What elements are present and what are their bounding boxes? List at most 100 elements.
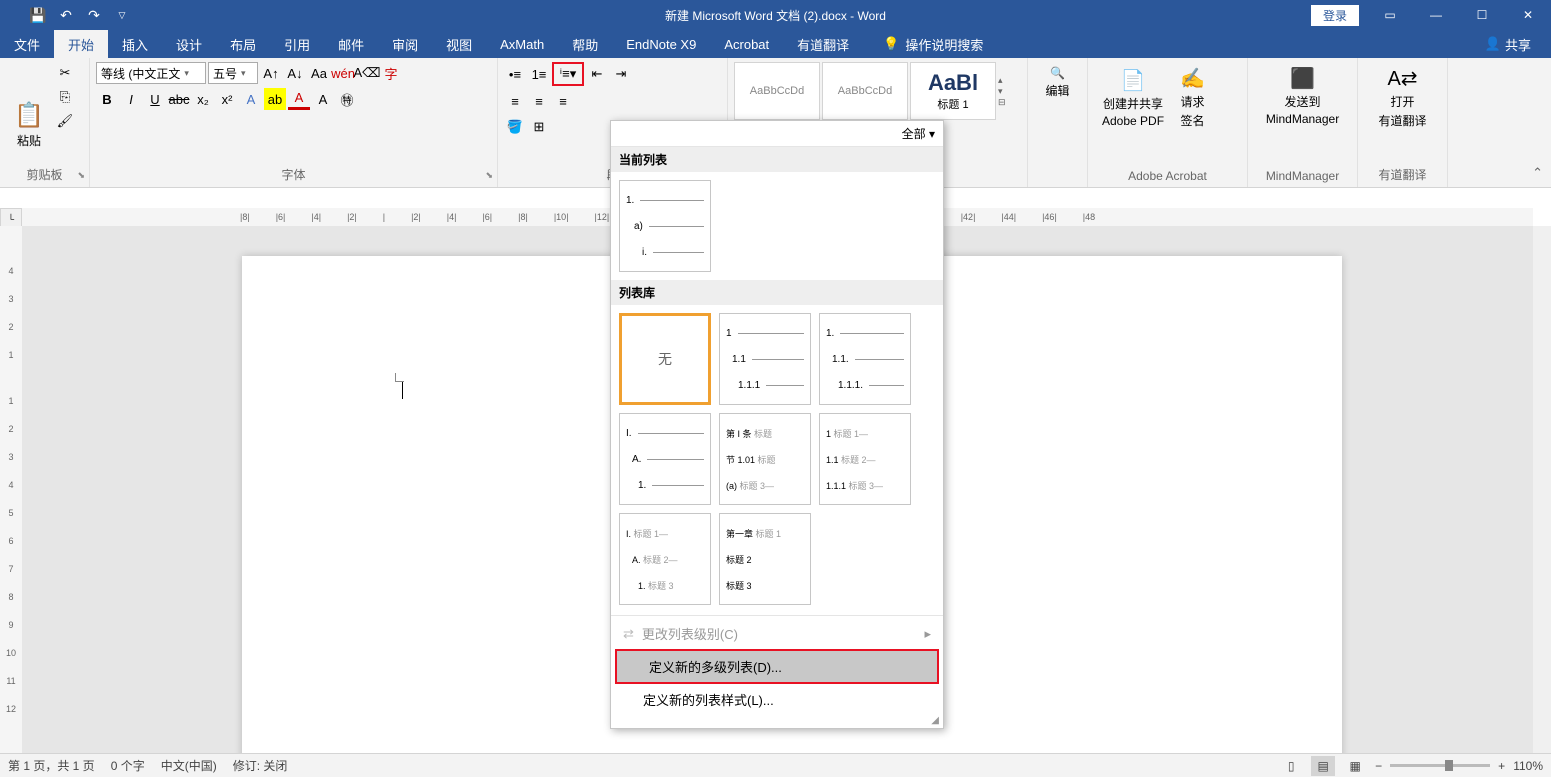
borders-icon[interactable]: ⊞ — [528, 116, 550, 138]
ribbon-display-icon[interactable]: ▭ — [1367, 0, 1413, 30]
close-icon[interactable]: ✕ — [1505, 0, 1551, 30]
filter-all[interactable]: 全部 ▾ — [902, 125, 935, 142]
multilevel-list-button[interactable]: ⁱ≡▾ — [552, 62, 584, 86]
zoom-slider[interactable] — [1390, 764, 1490, 767]
bold-icon[interactable]: B — [96, 88, 118, 110]
save-icon[interactable]: 💾 — [30, 7, 46, 23]
style-no-spacing[interactable]: AaBbCcDd — [822, 62, 908, 120]
subscript-icon[interactable]: x₂ — [192, 88, 214, 110]
share-button[interactable]: 👤 共享 — [1485, 35, 1531, 54]
tab-youdao[interactable]: 有道翻译 — [783, 30, 863, 58]
tab-home[interactable]: 开始 — [54, 30, 108, 58]
character-shading-icon[interactable]: A — [312, 88, 334, 110]
enclose-char-icon[interactable]: ㊕ — [336, 88, 358, 110]
tab-axmath[interactable]: AxMath — [486, 30, 558, 58]
collapse-ribbon-icon[interactable]: ⌃ — [1532, 165, 1543, 181]
align-center-icon[interactable]: ≡ — [528, 90, 550, 112]
increase-indent-icon[interactable]: ⇥ — [610, 63, 632, 85]
format-painter-icon[interactable]: 🖌 — [54, 110, 76, 132]
tab-file[interactable]: 文件 — [0, 30, 54, 58]
define-new-multilevel-list[interactable]: 定义新的多级列表(D)... — [615, 649, 939, 684]
track-changes-status[interactable]: 修订: 关闭 — [233, 757, 288, 774]
tab-layout[interactable]: 布局 — [216, 30, 270, 58]
copy-icon[interactable]: ⎘ — [54, 86, 76, 108]
current-list-preview[interactable]: 1. a) i. — [619, 180, 711, 272]
shading-icon[interactable]: 🪣 — [504, 116, 526, 138]
login-button[interactable]: 登录 — [1311, 5, 1359, 26]
shrink-font-icon[interactable]: A↓ — [284, 62, 306, 84]
change-case-icon[interactable]: Aa — [308, 62, 330, 84]
page-count[interactable]: 第 1 页，共 1 页 — [8, 757, 95, 774]
request-l2: 签名 — [1180, 112, 1204, 129]
italic-icon[interactable]: I — [120, 88, 142, 110]
mindmanager-label: MindManager — [1248, 169, 1357, 183]
font-name-combo[interactable]: 等线 (中文正文 — [96, 62, 206, 84]
create-pdf-button[interactable]: 📄 创建并共享 Adobe PDF — [1094, 62, 1172, 133]
tab-help[interactable]: 帮助 — [558, 30, 612, 58]
resize-grip-icon[interactable]: ◢ — [611, 715, 943, 728]
zoom-in-icon[interactable]: + — [1498, 759, 1505, 773]
zoom-out-icon[interactable]: − — [1375, 759, 1382, 773]
tell-me-search[interactable]: 💡 操作说明搜索 — [883, 35, 983, 54]
clear-format-icon[interactable]: A⌫ — [356, 62, 378, 84]
font-expand-icon[interactable]: ⬊ — [485, 170, 493, 181]
vertical-ruler[interactable]: 4321123456789101112 — [0, 226, 22, 753]
qat-customize-icon[interactable]: ▽ — [114, 7, 130, 23]
editing-button[interactable]: 🔍 编辑 — [1034, 62, 1081, 103]
decrease-indent-icon[interactable]: ⇤ — [586, 63, 608, 85]
zoom-level[interactable]: 110% — [1513, 759, 1543, 773]
styles-more-icon[interactable]: ⊟ — [998, 97, 1006, 108]
send-mindmanager-button[interactable]: ⬛ 发送到 MindManager — [1254, 62, 1351, 130]
minimize-icon[interactable]: — — [1413, 0, 1459, 30]
phonetic-guide-icon[interactable]: wén — [332, 62, 354, 84]
list-style-5[interactable]: 1 标题 1— 1.1 标题 2— 1.1.1 标题 3— — [819, 413, 911, 505]
list-style-4[interactable]: 第 I 条 标题 节 1.01 标题 (a) 标题 3— — [719, 413, 811, 505]
font-size-combo[interactable]: 五号 — [208, 62, 258, 84]
web-layout-icon[interactable]: ▦ — [1343, 756, 1367, 776]
strikethrough-icon[interactable]: abc — [168, 88, 190, 110]
define-new-list-style[interactable]: 定义新的列表样式(L)... — [611, 684, 943, 715]
tab-design[interactable]: 设计 — [162, 30, 216, 58]
maximize-icon[interactable]: ☐ — [1459, 0, 1505, 30]
tab-review[interactable]: 审阅 — [378, 30, 432, 58]
tab-mailings[interactable]: 邮件 — [324, 30, 378, 58]
highlight-icon[interactable]: ab — [264, 88, 286, 110]
request-sign-button[interactable]: ✍ 请求 签名 — [1172, 62, 1213, 133]
superscript-icon[interactable]: x² — [216, 88, 238, 110]
print-layout-icon[interactable]: ▤ — [1311, 756, 1335, 776]
vertical-scrollbar[interactable] — [1533, 226, 1551, 753]
tab-insert[interactable]: 插入 — [108, 30, 162, 58]
align-left-icon[interactable]: ≡ — [504, 90, 526, 112]
list-style-3[interactable]: I. A. 1. — [619, 413, 711, 505]
tab-references[interactable]: 引用 — [270, 30, 324, 58]
align-right-icon[interactable]: ≡ — [552, 90, 574, 112]
tab-endnote[interactable]: EndNote X9 — [612, 30, 710, 58]
list-style-6[interactable]: I. 标题 1— A. 标题 2— 1. 标题 3 — [619, 513, 711, 605]
style-heading1[interactable]: AaBl 标题 1 — [910, 62, 996, 120]
underline-icon[interactable]: U — [144, 88, 166, 110]
language-status[interactable]: 中文(中国) — [161, 757, 217, 774]
word-count[interactable]: 0 个字 — [111, 757, 145, 774]
list-style-2[interactable]: 1. 1.1. 1.1.1. — [819, 313, 911, 405]
list-style-7[interactable]: 第一章 标题 1 标题 2 标题 3 — [719, 513, 811, 605]
redo-icon[interactable]: ↷ — [86, 7, 102, 23]
text-effects-icon[interactable]: A — [240, 88, 262, 110]
cut-icon[interactable]: ✂ — [54, 62, 76, 84]
bullets-icon[interactable]: •≡ — [504, 63, 526, 85]
styles-scroll-down-icon[interactable]: ▾ — [998, 86, 1006, 97]
tab-view[interactable]: 视图 — [432, 30, 486, 58]
clipboard-expand-icon[interactable]: ⬊ — [77, 170, 85, 181]
style-normal[interactable]: AaBbCcDd — [734, 62, 820, 120]
numbering-icon[interactable]: 1≡ — [528, 63, 550, 85]
list-style-1[interactable]: 1 1.1 1.1.1 — [719, 313, 811, 405]
grow-font-icon[interactable]: A↑ — [260, 62, 282, 84]
character-border-icon[interactable]: 字 — [380, 62, 402, 84]
list-none[interactable]: 无 — [619, 313, 711, 405]
font-color-icon[interactable]: A — [288, 88, 310, 110]
styles-scroll-up-icon[interactable]: ▴ — [998, 75, 1006, 86]
tab-acrobat[interactable]: Acrobat — [710, 30, 783, 58]
youdao-l2: 有道翻译 — [1378, 112, 1426, 129]
read-mode-icon[interactable]: ▯ — [1279, 756, 1303, 776]
youdao-button[interactable]: A⇄ 打开 有道翻译 — [1364, 62, 1441, 133]
undo-icon[interactable]: ↶ — [58, 7, 74, 23]
